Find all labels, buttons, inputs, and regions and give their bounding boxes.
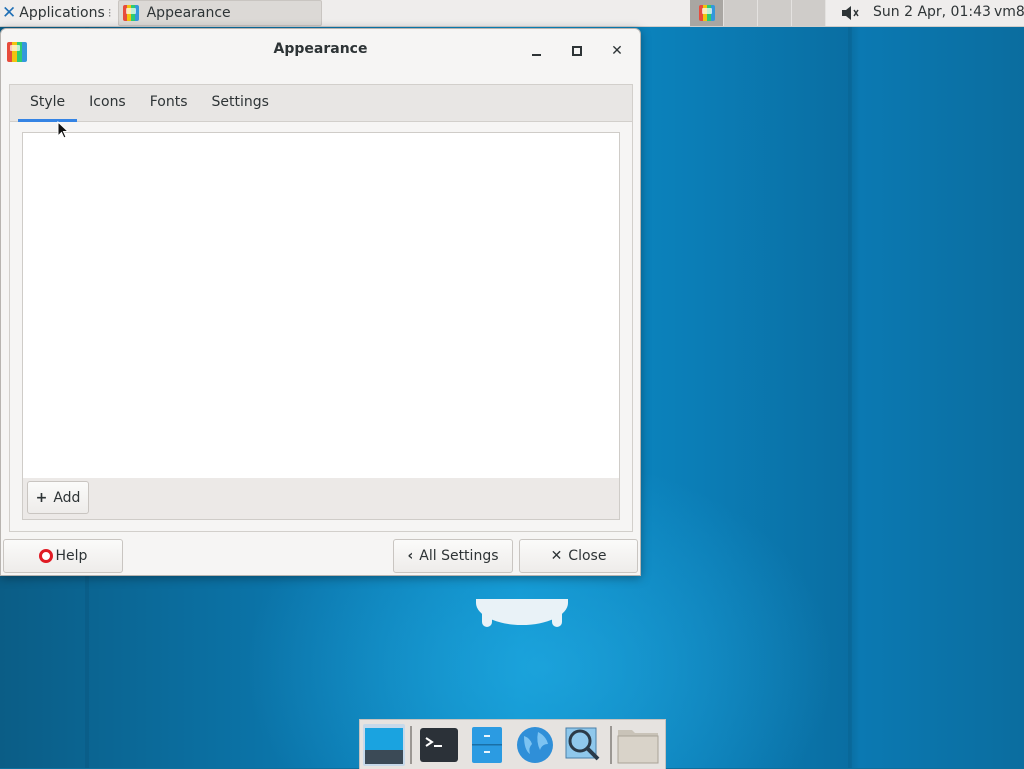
list-toolbar: + Add (22, 478, 620, 520)
file-manager-icon (472, 727, 502, 763)
chevron-left-icon: ‹ (407, 548, 414, 564)
workspace-1[interactable] (690, 0, 724, 26)
help-icon (38, 549, 53, 563)
dock-divider (610, 726, 612, 764)
user-menu[interactable]: vm8 (994, 4, 1024, 20)
workspace-switcher (690, 0, 826, 26)
tab-style[interactable]: Style (18, 85, 78, 122)
desktop-stripe (848, 27, 852, 768)
tab-icons[interactable]: Icons (77, 85, 138, 121)
all-settings-button-label: All Settings (419, 548, 499, 564)
style-list[interactable] (22, 132, 620, 479)
all-settings-button[interactable]: ‹ All Settings (393, 539, 513, 573)
add-button-label: Add (53, 489, 81, 506)
clock[interactable]: Sun 2 Apr, 01:43 (873, 4, 991, 20)
top-panel: ✕ Applications ⁝ Appearance Sun 2 Apr, 0… (0, 0, 1024, 27)
appearance-app-icon (122, 5, 139, 21)
tab-settings[interactable]: Settings (200, 85, 281, 121)
dock-folder[interactable] (617, 724, 659, 766)
dock-show-desktop[interactable] (363, 724, 405, 766)
folder-icon (617, 730, 659, 764)
xfce-logo-icon: ✕ (2, 2, 17, 23)
applications-menu[interactable]: ✕ Applications ⁝ (0, 0, 116, 26)
menu-separator-icon: ⁝ (107, 6, 112, 20)
taskbar-button-label: Appearance (146, 5, 231, 21)
dock-terminal[interactable] (418, 724, 460, 766)
taskbar-button-appearance[interactable]: Appearance (117, 0, 322, 26)
web-browser-icon (517, 727, 553, 763)
help-button[interactable]: Help (3, 539, 123, 573)
tab-bar: Style Icons Fonts Settings (10, 85, 632, 122)
dock-web-browser[interactable] (514, 724, 556, 766)
appearance-app-icon (698, 5, 715, 21)
appearance-window: Appearance ✕ Style Icons Fonts Settings … (0, 28, 641, 576)
settings-notebook: Style Icons Fonts Settings + Add (9, 84, 633, 532)
dock-file-manager[interactable] (466, 724, 508, 766)
terminal-icon (420, 728, 458, 762)
plus-icon: + (35, 489, 48, 506)
app-finder-icon (565, 727, 600, 761)
window-titlebar[interactable]: Appearance ✕ (1, 29, 640, 73)
close-window-button[interactable]: ✕ (607, 41, 627, 61)
maximize-button[interactable] (567, 41, 587, 61)
workspace-4[interactable] (792, 0, 826, 26)
close-button[interactable]: ✕ Close (519, 539, 638, 573)
applications-menu-label: Applications (19, 5, 105, 21)
workspace-2[interactable] (724, 0, 758, 26)
add-button[interactable]: + Add (27, 481, 89, 514)
mouse-logo (476, 599, 568, 627)
show-desktop-icon (365, 728, 403, 764)
close-icon: ✕ (550, 548, 563, 564)
bottom-dock (359, 719, 666, 769)
tab-fonts[interactable]: Fonts (138, 85, 200, 121)
workspace-3[interactable] (758, 0, 792, 26)
volume-muted-icon[interactable] (840, 4, 860, 22)
minimize-button[interactable] (527, 41, 547, 61)
dock-app-finder[interactable] (562, 724, 604, 766)
dock-divider (410, 726, 412, 764)
mouse-pointer-icon (57, 121, 69, 139)
close-button-label: Close (568, 548, 607, 564)
help-button-label: Help (55, 548, 88, 564)
